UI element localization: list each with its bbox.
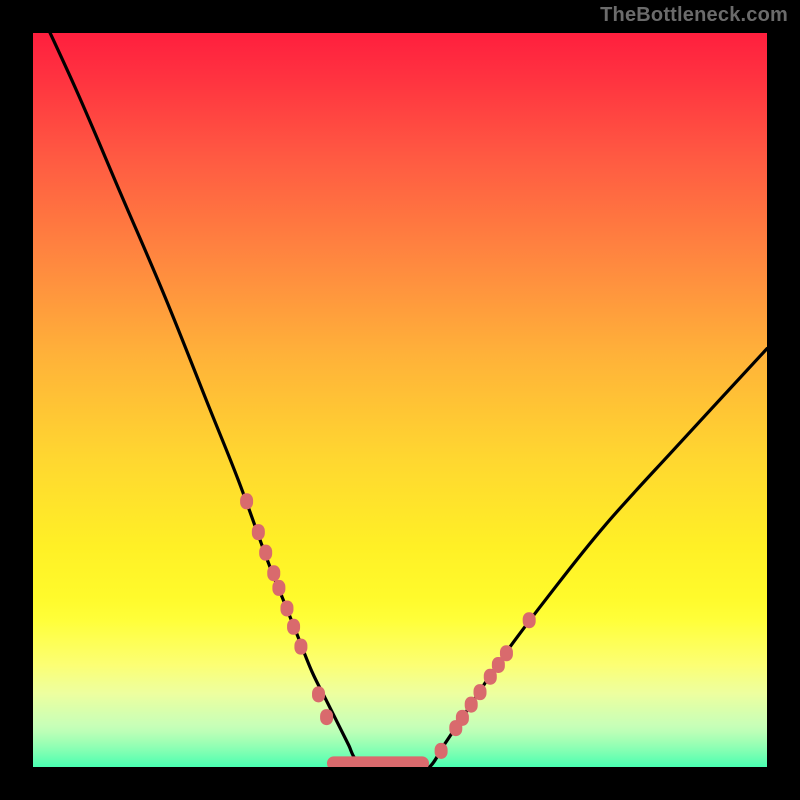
data-marker: [523, 612, 536, 628]
watermark-text: TheBottleneck.com: [600, 4, 788, 27]
chart-frame: TheBottleneck.com: [0, 0, 800, 800]
data-marker: [456, 710, 469, 726]
plot-area: [33, 33, 767, 767]
data-marker: [320, 709, 333, 725]
data-marker: [240, 493, 253, 509]
data-marker: [259, 545, 272, 561]
data-marker: [465, 697, 478, 713]
bottleneck-curve: [33, 33, 767, 767]
data-marker: [474, 684, 487, 700]
data-marker: [294, 639, 307, 655]
data-marker: [272, 580, 285, 596]
data-marker: [500, 645, 513, 661]
data-marker: [287, 619, 300, 635]
data-marker: [312, 686, 325, 702]
curve-layer: [33, 33, 767, 767]
data-marker: [267, 565, 280, 581]
data-marker: [252, 524, 265, 540]
data-marker: [280, 600, 293, 616]
data-marker: [435, 743, 448, 759]
